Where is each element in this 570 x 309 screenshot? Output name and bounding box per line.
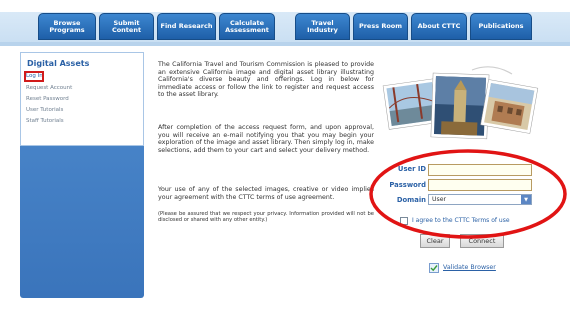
tab-submit-content[interactable]: Submit Content: [99, 13, 154, 40]
top-navigation: Browse Programs Submit Content Find Rese…: [0, 0, 570, 46]
swoosh-decoration: [471, 66, 513, 75]
tab-travel-industry[interactable]: Travel Industry: [295, 13, 350, 40]
nav-underline: [0, 42, 570, 46]
sidebar-item-reset-password[interactable]: Reset Password: [26, 96, 69, 102]
privacy-note: (Please be assured that we respect your …: [158, 211, 374, 224]
log-in-highlight-box: [24, 71, 44, 82]
highlight-ellipse: [369, 149, 567, 239]
tab-publications[interactable]: Publications: [470, 13, 532, 40]
sidebar-item-staff-tutorials[interactable]: Staff Tutorials: [26, 118, 64, 124]
tab-about-cttc[interactable]: About CTTC: [411, 13, 467, 40]
terms-paragraph: Your use of any of the selected images, …: [158, 186, 374, 201]
validate-browser-icon[interactable]: [429, 263, 439, 273]
tab-browse-programs[interactable]: Browse Programs: [38, 13, 96, 40]
tab-calculate-assessment[interactable]: Calculate Assessment: [219, 13, 275, 40]
access-paragraph: After completion of the access request f…: [158, 124, 374, 154]
page: Browse Programs Submit Content Find Rese…: [0, 0, 570, 309]
sidebar-item-request-account[interactable]: Request Account: [26, 85, 72, 91]
sidebar-item-user-tutorials[interactable]: User Tutorials: [26, 107, 63, 113]
photo-tower: [430, 72, 490, 140]
tab-press-room[interactable]: Press Room: [353, 13, 408, 40]
validate-browser-link[interactable]: Validate Browser: [443, 264, 496, 271]
tab-find-research[interactable]: Find Research: [157, 13, 216, 40]
photo-collage: [382, 66, 539, 140]
photo-building: [480, 79, 539, 134]
sidebar-title: Digital Assets: [27, 59, 90, 68]
intro-paragraph: The California Travel and Tourism Commis…: [158, 61, 374, 99]
